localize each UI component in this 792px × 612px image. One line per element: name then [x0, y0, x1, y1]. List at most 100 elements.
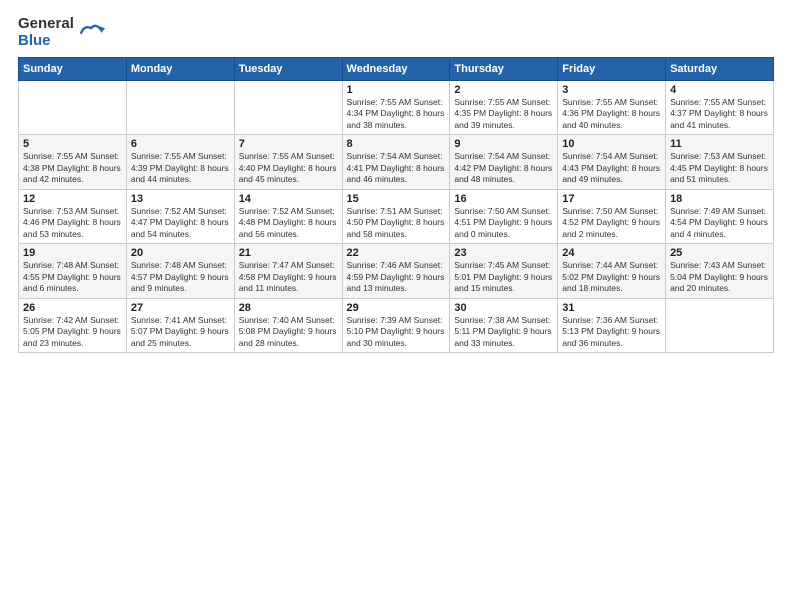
day-number: 24: [562, 247, 661, 259]
calendar-day-header: Tuesday: [234, 58, 342, 81]
day-number: 21: [239, 247, 338, 259]
calendar-day-header: Sunday: [19, 58, 127, 81]
day-info: Sunrise: 7:46 AM Sunset: 4:59 PM Dayligh…: [347, 260, 446, 294]
calendar-cell: 23Sunrise: 7:45 AM Sunset: 5:01 PM Dayli…: [450, 244, 558, 298]
day-info: Sunrise: 7:55 AM Sunset: 4:37 PM Dayligh…: [670, 97, 769, 131]
day-number: 16: [454, 193, 553, 205]
calendar-cell: 7Sunrise: 7:55 AM Sunset: 4:40 PM Daylig…: [234, 135, 342, 189]
day-number: 6: [131, 138, 230, 150]
calendar-cell: 31Sunrise: 7:36 AM Sunset: 5:13 PM Dayli…: [558, 298, 666, 352]
day-info: Sunrise: 7:51 AM Sunset: 4:50 PM Dayligh…: [347, 206, 446, 240]
day-info: Sunrise: 7:50 AM Sunset: 4:51 PM Dayligh…: [454, 206, 553, 240]
day-info: Sunrise: 7:54 AM Sunset: 4:43 PM Dayligh…: [562, 151, 661, 185]
calendar-day-header: Saturday: [666, 58, 774, 81]
day-info: Sunrise: 7:52 AM Sunset: 4:47 PM Dayligh…: [131, 206, 230, 240]
calendar-cell: 18Sunrise: 7:49 AM Sunset: 4:54 PM Dayli…: [666, 189, 774, 243]
logo-wave-icon: [77, 17, 105, 45]
calendar-cell: 4Sunrise: 7:55 AM Sunset: 4:37 PM Daylig…: [666, 81, 774, 135]
calendar-cell: 10Sunrise: 7:54 AM Sunset: 4:43 PM Dayli…: [558, 135, 666, 189]
calendar-cell: 27Sunrise: 7:41 AM Sunset: 5:07 PM Dayli…: [126, 298, 234, 352]
day-info: Sunrise: 7:55 AM Sunset: 4:40 PM Dayligh…: [239, 151, 338, 185]
calendar-day-header: Monday: [126, 58, 234, 81]
day-info: Sunrise: 7:55 AM Sunset: 4:38 PM Dayligh…: [23, 151, 122, 185]
calendar-cell: 15Sunrise: 7:51 AM Sunset: 4:50 PM Dayli…: [342, 189, 450, 243]
calendar-cell: 12Sunrise: 7:53 AM Sunset: 4:46 PM Dayli…: [19, 189, 127, 243]
day-number: 7: [239, 138, 338, 150]
day-info: Sunrise: 7:54 AM Sunset: 4:42 PM Dayligh…: [454, 151, 553, 185]
header: General Blue: [18, 16, 774, 49]
day-info: Sunrise: 7:48 AM Sunset: 4:55 PM Dayligh…: [23, 260, 122, 294]
day-number: 23: [454, 247, 553, 259]
day-info: Sunrise: 7:50 AM Sunset: 4:52 PM Dayligh…: [562, 206, 661, 240]
calendar-cell: 6Sunrise: 7:55 AM Sunset: 4:39 PM Daylig…: [126, 135, 234, 189]
day-info: Sunrise: 7:53 AM Sunset: 4:45 PM Dayligh…: [670, 151, 769, 185]
day-number: 8: [347, 138, 446, 150]
calendar-cell: 26Sunrise: 7:42 AM Sunset: 5:05 PM Dayli…: [19, 298, 127, 352]
day-number: 2: [454, 84, 553, 96]
day-info: Sunrise: 7:48 AM Sunset: 4:57 PM Dayligh…: [131, 260, 230, 294]
day-number: 11: [670, 138, 769, 150]
day-info: Sunrise: 7:55 AM Sunset: 4:34 PM Dayligh…: [347, 97, 446, 131]
day-number: 19: [23, 247, 122, 259]
day-info: Sunrise: 7:36 AM Sunset: 5:13 PM Dayligh…: [562, 315, 661, 349]
calendar-cell: 11Sunrise: 7:53 AM Sunset: 4:45 PM Dayli…: [666, 135, 774, 189]
calendar-cell: 14Sunrise: 7:52 AM Sunset: 4:48 PM Dayli…: [234, 189, 342, 243]
day-number: 20: [131, 247, 230, 259]
day-number: 12: [23, 193, 122, 205]
day-info: Sunrise: 7:39 AM Sunset: 5:10 PM Dayligh…: [347, 315, 446, 349]
day-number: 15: [347, 193, 446, 205]
calendar-cell: 8Sunrise: 7:54 AM Sunset: 4:41 PM Daylig…: [342, 135, 450, 189]
calendar-week-row: 1Sunrise: 7:55 AM Sunset: 4:34 PM Daylig…: [19, 81, 774, 135]
calendar-week-row: 26Sunrise: 7:42 AM Sunset: 5:05 PM Dayli…: [19, 298, 774, 352]
day-info: Sunrise: 7:43 AM Sunset: 5:04 PM Dayligh…: [670, 260, 769, 294]
calendar-cell: 21Sunrise: 7:47 AM Sunset: 4:58 PM Dayli…: [234, 244, 342, 298]
calendar-cell: 25Sunrise: 7:43 AM Sunset: 5:04 PM Dayli…: [666, 244, 774, 298]
day-info: Sunrise: 7:55 AM Sunset: 4:35 PM Dayligh…: [454, 97, 553, 131]
calendar-cell: 1Sunrise: 7:55 AM Sunset: 4:34 PM Daylig…: [342, 81, 450, 135]
calendar-day-header: Friday: [558, 58, 666, 81]
calendar-cell: 28Sunrise: 7:40 AM Sunset: 5:08 PM Dayli…: [234, 298, 342, 352]
day-number: 9: [454, 138, 553, 150]
day-number: 22: [347, 247, 446, 259]
day-info: Sunrise: 7:53 AM Sunset: 4:46 PM Dayligh…: [23, 206, 122, 240]
day-number: 30: [454, 302, 553, 314]
calendar-cell: 17Sunrise: 7:50 AM Sunset: 4:52 PM Dayli…: [558, 189, 666, 243]
calendar-cell: 20Sunrise: 7:48 AM Sunset: 4:57 PM Dayli…: [126, 244, 234, 298]
day-number: 31: [562, 302, 661, 314]
day-info: Sunrise: 7:47 AM Sunset: 4:58 PM Dayligh…: [239, 260, 338, 294]
calendar-header-row: SundayMondayTuesdayWednesdayThursdayFrid…: [19, 58, 774, 81]
calendar-cell: 3Sunrise: 7:55 AM Sunset: 4:36 PM Daylig…: [558, 81, 666, 135]
calendar-cell: 5Sunrise: 7:55 AM Sunset: 4:38 PM Daylig…: [19, 135, 127, 189]
day-number: 18: [670, 193, 769, 205]
day-number: 14: [239, 193, 338, 205]
calendar-day-header: Thursday: [450, 58, 558, 81]
day-info: Sunrise: 7:55 AM Sunset: 4:39 PM Dayligh…: [131, 151, 230, 185]
calendar-day-header: Wednesday: [342, 58, 450, 81]
day-number: 10: [562, 138, 661, 150]
calendar-week-row: 12Sunrise: 7:53 AM Sunset: 4:46 PM Dayli…: [19, 189, 774, 243]
calendar-cell: 16Sunrise: 7:50 AM Sunset: 4:51 PM Dayli…: [450, 189, 558, 243]
day-number: 27: [131, 302, 230, 314]
calendar-cell: 2Sunrise: 7:55 AM Sunset: 4:35 PM Daylig…: [450, 81, 558, 135]
calendar-cell: 30Sunrise: 7:38 AM Sunset: 5:11 PM Dayli…: [450, 298, 558, 352]
day-info: Sunrise: 7:55 AM Sunset: 4:36 PM Dayligh…: [562, 97, 661, 131]
day-number: 29: [347, 302, 446, 314]
day-number: 26: [23, 302, 122, 314]
calendar-cell: [19, 81, 127, 135]
day-number: 3: [562, 84, 661, 96]
day-number: 1: [347, 84, 446, 96]
calendar-cell: [234, 81, 342, 135]
logo-area: General Blue: [18, 16, 105, 49]
calendar-cell: 19Sunrise: 7:48 AM Sunset: 4:55 PM Dayli…: [19, 244, 127, 298]
day-number: 13: [131, 193, 230, 205]
calendar-cell: 29Sunrise: 7:39 AM Sunset: 5:10 PM Dayli…: [342, 298, 450, 352]
day-info: Sunrise: 7:42 AM Sunset: 5:05 PM Dayligh…: [23, 315, 122, 349]
day-number: 28: [239, 302, 338, 314]
calendar-cell: 13Sunrise: 7:52 AM Sunset: 4:47 PM Dayli…: [126, 189, 234, 243]
day-info: Sunrise: 7:44 AM Sunset: 5:02 PM Dayligh…: [562, 260, 661, 294]
day-info: Sunrise: 7:41 AM Sunset: 5:07 PM Dayligh…: [131, 315, 230, 349]
day-number: 17: [562, 193, 661, 205]
day-info: Sunrise: 7:54 AM Sunset: 4:41 PM Dayligh…: [347, 151, 446, 185]
calendar-cell: 24Sunrise: 7:44 AM Sunset: 5:02 PM Dayli…: [558, 244, 666, 298]
day-info: Sunrise: 7:49 AM Sunset: 4:54 PM Dayligh…: [670, 206, 769, 240]
